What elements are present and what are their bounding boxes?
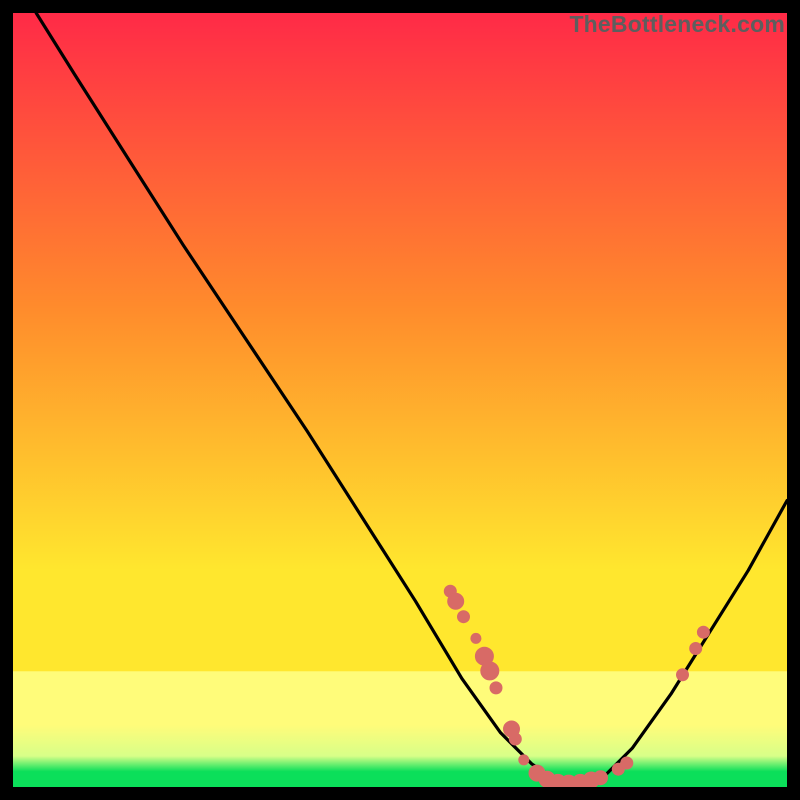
data-marker	[519, 755, 529, 765]
data-marker	[490, 682, 502, 694]
data-marker	[594, 771, 608, 785]
watermark-text: TheBottleneck.com	[569, 11, 785, 38]
bottleneck-chart	[13, 13, 787, 787]
data-marker	[481, 662, 499, 680]
data-marker	[471, 633, 481, 643]
data-marker	[458, 611, 470, 623]
data-marker	[621, 757, 633, 769]
data-marker	[677, 669, 689, 681]
data-marker	[697, 626, 709, 638]
data-marker	[448, 593, 464, 609]
chart-frame: TheBottleneck.com	[13, 13, 787, 787]
data-marker	[690, 643, 702, 655]
data-marker	[509, 733, 521, 745]
